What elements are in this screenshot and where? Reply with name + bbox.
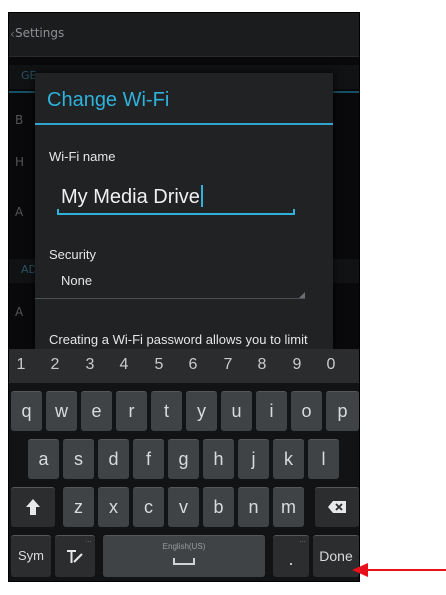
key-l[interactable]: l (308, 439, 339, 479)
key-i[interactable]: i (256, 391, 287, 431)
settings-header: ‹ Settings (9, 13, 359, 57)
shift-key[interactable] (11, 487, 55, 527)
key-g[interactable]: g (168, 439, 199, 479)
key-r[interactable]: r (116, 391, 147, 431)
wifi-name-value: My Media Drive (61, 186, 200, 208)
key-2[interactable]: 2 (45, 356, 65, 374)
key-label: p (337, 401, 348, 421)
key-v[interactable]: v (168, 487, 199, 527)
settings-title: Settings (15, 26, 65, 40)
key-u[interactable]: u (221, 391, 252, 431)
key-s[interactable]: s (63, 439, 94, 479)
shift-arrow-icon (26, 499, 40, 515)
key-5[interactable]: 5 (149, 356, 169, 374)
security-spinner[interactable]: None (35, 269, 305, 299)
key-3[interactable]: 3 (80, 356, 100, 374)
key-q[interactable]: q (11, 391, 42, 431)
sym-key[interactable]: Sym (11, 535, 51, 577)
backspace-key[interactable] (315, 487, 359, 527)
key-label: t (163, 401, 169, 421)
space-language-label: English(US) (162, 542, 206, 551)
spinner-dropdown-icon (299, 292, 305, 298)
key-label: r (128, 401, 135, 421)
handwriting-key[interactable]: … (55, 535, 95, 577)
key-y[interactable]: y (186, 391, 217, 431)
wifi-name-input[interactable]: My Media Drive (57, 183, 295, 215)
key-label: q (21, 401, 32, 421)
change-wifi-dialog: Change Wi-Fi Wi-Fi name My Media Drive S… (35, 73, 333, 349)
key-9[interactable]: 9 (287, 356, 307, 374)
input-underline (57, 213, 295, 215)
key-m[interactable]: m (273, 487, 304, 527)
red-arrow-icon (352, 563, 446, 577)
key-hint: … (299, 537, 306, 544)
key-j[interactable]: j (238, 439, 269, 479)
key-h[interactable]: h (203, 439, 234, 479)
key-label: o (301, 401, 312, 421)
key-n[interactable]: n (238, 487, 269, 527)
key-label: n (248, 497, 259, 517)
key-label: y (197, 401, 206, 421)
input-underline-tick (57, 209, 59, 215)
key-label: g (178, 449, 189, 469)
key-label: c (144, 497, 153, 517)
space-key[interactable]: English(US) (103, 535, 265, 577)
key-hint: … (85, 537, 92, 544)
key-label: j (251, 449, 256, 469)
key-label: s (74, 449, 83, 469)
key-p[interactable]: p (326, 391, 359, 431)
backspace-icon (328, 501, 346, 513)
key-label: u (231, 401, 242, 421)
key-x[interactable]: x (98, 487, 129, 527)
key-label: b (213, 497, 224, 517)
key-1[interactable]: 1 (11, 356, 31, 374)
key-label: m (281, 497, 296, 517)
key-label: z (74, 497, 83, 517)
key-4[interactable]: 4 (114, 356, 134, 374)
security-value: None (61, 273, 93, 288)
key-label: v (179, 497, 188, 517)
spinner-underline (35, 298, 305, 299)
key-t[interactable]: t (151, 391, 182, 431)
key-d[interactable]: d (98, 439, 129, 479)
phone-screen: ‹ Settings GE B H A AD A Change Wi-Fi Wi… (8, 12, 360, 582)
key-label: w (55, 401, 68, 421)
dialog-title-divider (35, 123, 333, 125)
handwriting-icon (67, 550, 83, 563)
key-6[interactable]: 6 (183, 356, 203, 374)
key-label: i (269, 401, 274, 421)
key-k[interactable]: k (273, 439, 304, 479)
key-label: l (321, 449, 326, 469)
security-label: Security (49, 247, 96, 262)
wifi-name-label: Wi-Fi name (49, 149, 116, 164)
key-c[interactable]: c (133, 487, 164, 527)
key-a[interactable]: a (28, 439, 59, 479)
key-8[interactable]: 8 (252, 356, 272, 374)
dialog-message: Creating a Wi-Fi password allows you to … (49, 332, 308, 347)
key-0[interactable]: 0 (321, 356, 341, 374)
key-w[interactable]: w (46, 391, 77, 431)
key-z[interactable]: z (63, 487, 94, 527)
key-7[interactable]: 7 (218, 356, 238, 374)
input-underline-tick (293, 209, 295, 215)
soft-keyboard: 1 2 3 4 5 6 7 8 9 0 q w e r t y u i o p … (9, 349, 359, 581)
key-label: x (109, 497, 118, 517)
space-bar-icon (173, 558, 195, 565)
period-key[interactable]: … . (273, 535, 309, 577)
key-label: a (38, 449, 49, 469)
text-cursor (200, 185, 203, 207)
key-label: h (213, 449, 224, 469)
key-e[interactable]: e (81, 391, 112, 431)
key-b[interactable]: b (203, 487, 234, 527)
key-f[interactable]: f (133, 439, 164, 479)
dialog-title: Change Wi-Fi (47, 89, 170, 111)
key-label: k (284, 449, 293, 469)
sym-label: Sym (18, 548, 44, 563)
key-label: e (91, 401, 102, 421)
key-label: f (145, 449, 151, 469)
key-label: d (108, 449, 119, 469)
key-o[interactable]: o (291, 391, 322, 431)
number-row: 1 2 3 4 5 6 7 8 9 0 (9, 349, 359, 383)
